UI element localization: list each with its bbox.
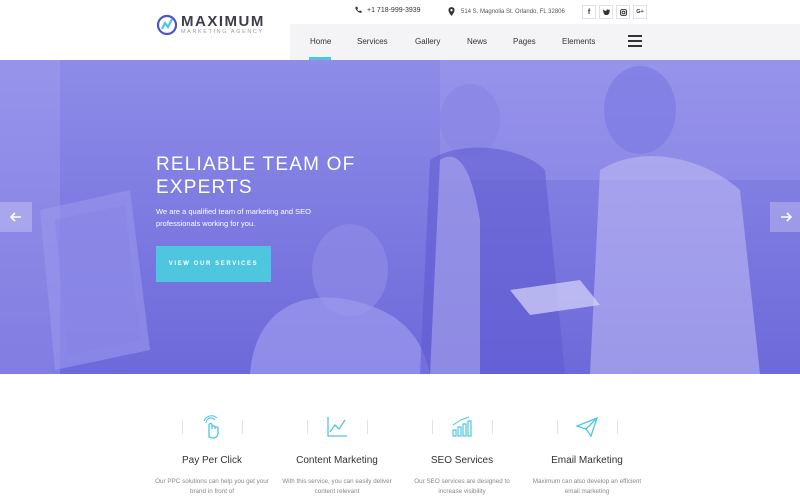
- phone-number: +1 718-999-3939: [367, 6, 421, 14]
- google-plus-icon[interactable]: G+: [633, 5, 647, 19]
- nav-item-pages[interactable]: Pages: [513, 37, 536, 46]
- line-chart-icon: [327, 417, 347, 437]
- paper-plane-icon: [576, 417, 598, 437]
- hero-slider: RELIABLE TEAM OF EXPERTS We are a qualif…: [0, 60, 800, 374]
- service-title: Email Marketing: [551, 455, 623, 466]
- twitter-icon[interactable]: [599, 5, 613, 19]
- hamburger-icon[interactable]: [628, 35, 642, 47]
- nav-item-services[interactable]: Services: [357, 37, 388, 46]
- view-services-button[interactable]: VIEW OUR SERVICES: [156, 246, 271, 282]
- nav-item-gallery[interactable]: Gallery: [415, 37, 440, 46]
- service-description: Our PPC solutions can help you get your …: [155, 478, 269, 495]
- logo-icon: [156, 14, 178, 36]
- logo[interactable]: MAXIMUM MARKETING AGENCY: [0, 0, 290, 52]
- service-description: Our SEO services are designed to increas…: [414, 478, 510, 495]
- main-nav: Home Services Gallery News Pages Element…: [290, 24, 800, 60]
- service-title: SEO Services: [430, 455, 494, 466]
- top-bar: +1 718-999-3939 514 S. Magnolia St. Orla…: [290, 0, 800, 24]
- arrow-left-icon[interactable]: [0, 202, 32, 232]
- nav-item-news[interactable]: News: [467, 37, 487, 46]
- service-description: Maximum can also develop an efficient em…: [532, 478, 642, 495]
- address-text: 514 S. Magnolia St. Orlando, FL 32806: [461, 8, 565, 15]
- nav-item-elements[interactable]: Elements: [562, 37, 595, 46]
- service-title: Content Marketing: [296, 455, 378, 466]
- facebook-icon[interactable]: f: [582, 5, 596, 19]
- address-contact: 514 S. Magnolia St. Orlando, FL 32806: [448, 7, 565, 16]
- hero-title: RELIABLE TEAM OF EXPERTS: [156, 154, 356, 198]
- services-section: Pay Per Click Our PPC solutions can help…: [0, 374, 800, 500]
- instagram-icon[interactable]: [616, 5, 630, 19]
- service-title: Pay Per Click: [181, 455, 242, 466]
- location-pin-icon: [448, 7, 455, 16]
- phone-contact[interactable]: +1 718-999-3939: [354, 6, 421, 14]
- site-header: MAXIMUM MARKETING AGENCY +1 718-999-3939…: [0, 0, 800, 60]
- hero-background-image: [0, 60, 800, 374]
- brand-tagline: MARKETING AGENCY: [181, 29, 264, 35]
- social-links: f G+: [582, 5, 647, 19]
- phone-icon: [355, 6, 362, 13]
- brand-name: MAXIMUM: [181, 13, 265, 30]
- tap-hand-icon: [203, 415, 219, 439]
- nav-item-home[interactable]: Home: [310, 37, 331, 46]
- bar-chart-icon: [452, 416, 472, 437]
- service-description: With this service, you can easily delive…: [282, 478, 392, 495]
- hero-text: We are a qualified team of marketing and…: [156, 207, 311, 228]
- arrow-right-icon[interactable]: [770, 202, 800, 232]
